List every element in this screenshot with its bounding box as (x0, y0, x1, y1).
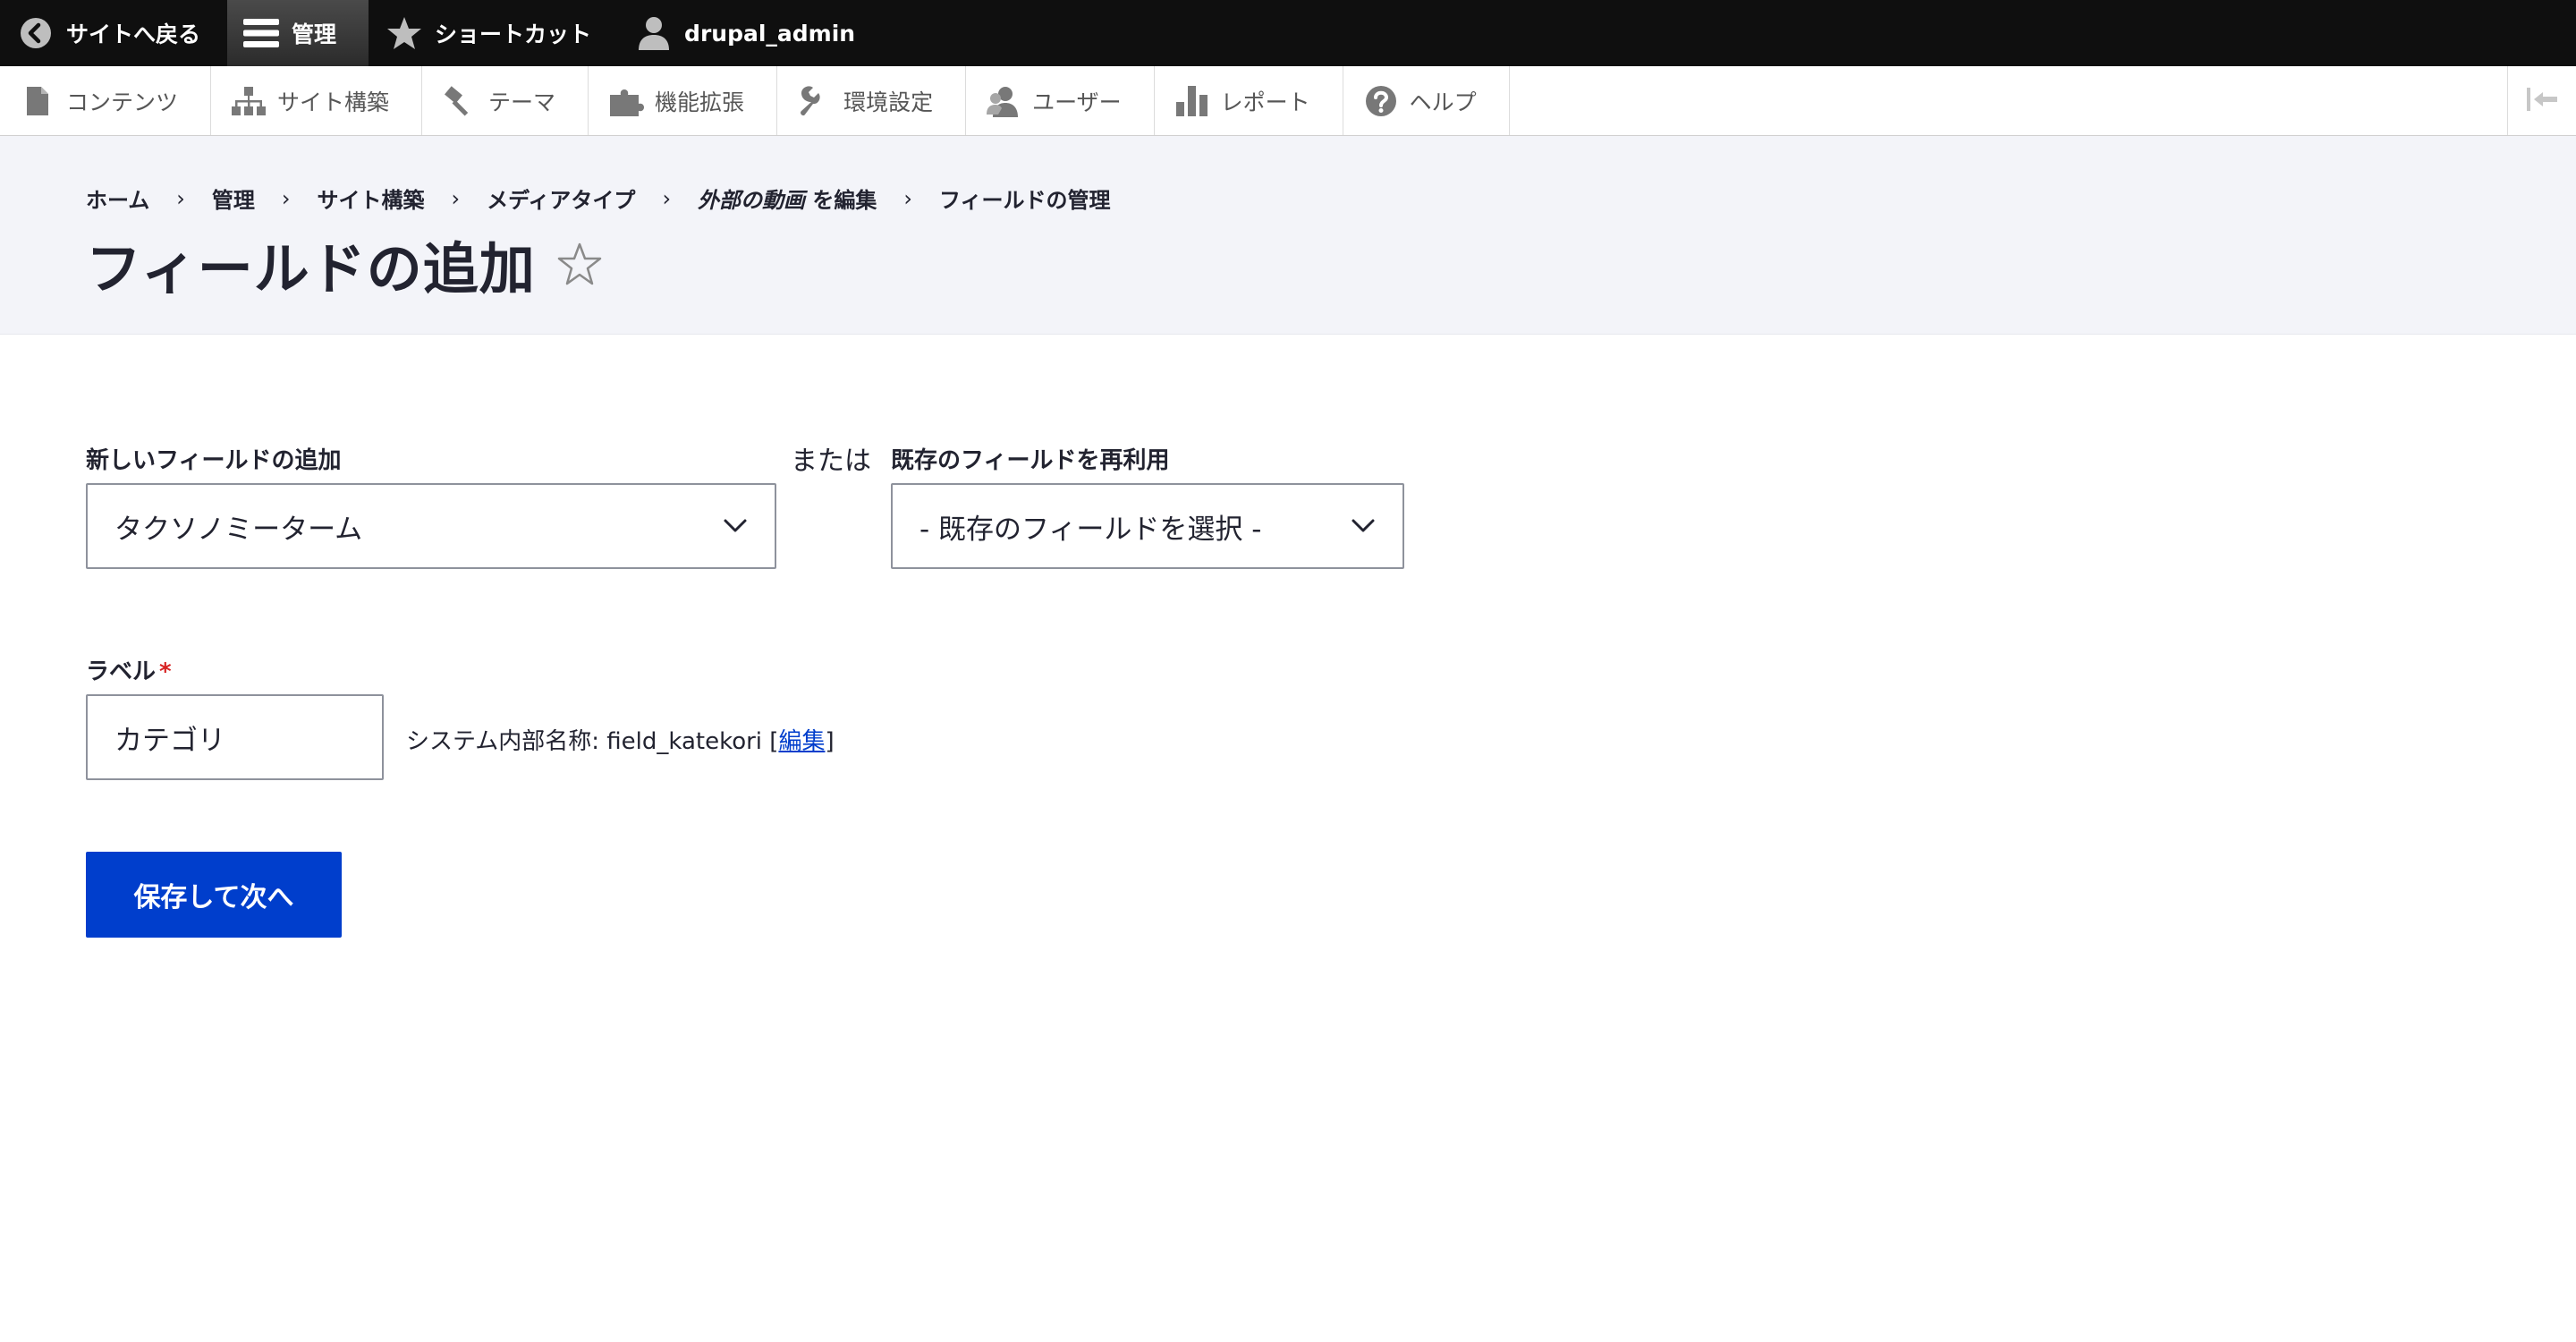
tray-item-help[interactable]: ヘルプ (1343, 66, 1510, 135)
page-title-text: フィールドの追加 (86, 236, 536, 302)
label-field-label-text: ラベル (86, 658, 157, 685)
machine-name-edit-link[interactable]: 編集 (778, 728, 825, 755)
save-and-continue-button[interactable]: 保存して次へ (86, 852, 342, 938)
sitemap-icon (231, 83, 267, 119)
new-field-type-select[interactable]: タクソノミーターム (86, 483, 776, 569)
manage-tab[interactable]: 管理 (227, 0, 369, 66)
menu-icon (243, 15, 280, 51)
paintbrush-icon (442, 83, 478, 119)
chevron-down-icon (1352, 519, 1375, 532)
shortcuts-tab[interactable]: ショートカット (369, 0, 618, 66)
shortcuts-label: ショートカット (435, 21, 592, 47)
tray-item-label: 環境設定 (843, 89, 934, 115)
tray-item-content[interactable]: コンテンツ (0, 66, 212, 135)
breadcrumb: ホーム › 管理 › サイト構築 › メディアタイプ › 外部の動画 を編集 ›… (86, 183, 1111, 214)
tray-item-label: ユーザー (1032, 89, 1122, 115)
toolbar-bar: サイトへ戻る 管理 ショートカット drupal_admin (0, 0, 2576, 66)
user-label: drupal_admin (684, 20, 856, 47)
tray-item-structure[interactable]: サイト構築 (211, 66, 423, 135)
breadcrumb-edit-media-type-link[interactable]: 外部の動画 を編集 (698, 183, 877, 214)
back-to-site-link[interactable]: サイトへ戻る (0, 0, 227, 66)
help-icon (1363, 83, 1399, 119)
or-separator-text: または (791, 446, 871, 477)
tray-item-label: レポート (1220, 89, 1310, 115)
chevron-down-icon (724, 519, 747, 532)
machine-name-text: システム内部名称: field_katekori [編集] (406, 723, 835, 756)
tray-spacer (1510, 66, 2507, 135)
people-icon (986, 83, 1021, 119)
breadcrumb-edit-suffix: を編集 (805, 188, 877, 213)
existing-field-select[interactable]: - 既存のフィールドを選択 - (891, 483, 1404, 569)
tray-item-label: 機能拡張 (655, 89, 745, 115)
machine-name-prefix: システム内部名称: field_katekori [ (406, 728, 779, 755)
page-title: フィールドの追加 (86, 224, 604, 304)
back-to-site-label: サイトへ戻る (66, 21, 201, 47)
breadcrumb-separator: › (451, 185, 461, 211)
label-input[interactable]: カテゴリ (86, 694, 384, 780)
breadcrumb-media-type-name: 外部の動画 (698, 188, 806, 213)
label-field-label: ラベル * (86, 653, 172, 686)
tray-item-extend[interactable]: 機能拡張 (589, 66, 778, 135)
new-field-label: 新しいフィールドの追加 (86, 447, 342, 474)
tray-item-label: テーマ (488, 89, 556, 115)
page-header-region: ホーム › 管理 › サイト構築 › メディアタイプ › 外部の動画 を編集 ›… (0, 136, 2576, 335)
required-marker: * (159, 658, 172, 685)
bar-chart-icon (1174, 83, 1210, 119)
user-tab[interactable]: drupal_admin (618, 0, 882, 66)
breadcrumb-separator: › (662, 185, 672, 211)
tray-item-label: コンテンツ (66, 89, 179, 115)
breadcrumb-structure-link[interactable]: サイト構築 (318, 183, 425, 214)
file-icon (20, 83, 55, 119)
existing-field-value: - 既存のフィールドを選択 - (919, 513, 1262, 546)
label-input-value: カテゴリ (114, 724, 225, 757)
manage-label: 管理 (292, 21, 337, 47)
tray-item-label: ヘルプ (1409, 89, 1477, 115)
breadcrumb-manage-fields-link[interactable]: フィールドの管理 (939, 183, 1111, 214)
tray-item-people[interactable]: ユーザー (966, 66, 1155, 135)
breadcrumb-separator: › (903, 185, 913, 211)
tray-item-label: サイト構築 (277, 89, 390, 115)
existing-field-label: 既存のフィールドを再利用 (891, 447, 1170, 474)
breadcrumb-media-types-link[interactable]: メディアタイプ (487, 183, 635, 214)
tray-item-reports[interactable]: レポート (1155, 66, 1343, 135)
breadcrumb-admin-link[interactable]: 管理 (212, 183, 255, 214)
puzzle-icon (608, 83, 645, 119)
user-icon (636, 15, 672, 51)
chevron-left-circle-icon (18, 15, 54, 51)
tray-item-config[interactable]: 環境設定 (777, 66, 967, 135)
tray-item-appearance[interactable]: テーマ (422, 66, 589, 135)
breadcrumb-home-link[interactable]: ホーム (86, 183, 149, 214)
tray-orientation-toggle[interactable] (2507, 66, 2576, 135)
wrench-icon (797, 83, 833, 119)
breadcrumb-separator: › (176, 185, 185, 211)
add-shortcut-star-icon[interactable] (555, 240, 604, 288)
star-icon (386, 15, 422, 51)
machine-name-suffix: ] (825, 728, 835, 755)
collapse-tray-icon (2525, 86, 2559, 116)
new-field-type-value: タクソノミーターム (114, 513, 363, 546)
breadcrumb-separator: › (281, 185, 291, 211)
admin-menu-tray: コンテンツ サイト構築 テーマ 機能拡張 環境設定 ユーザー レポート ヘルプ (0, 66, 2576, 136)
